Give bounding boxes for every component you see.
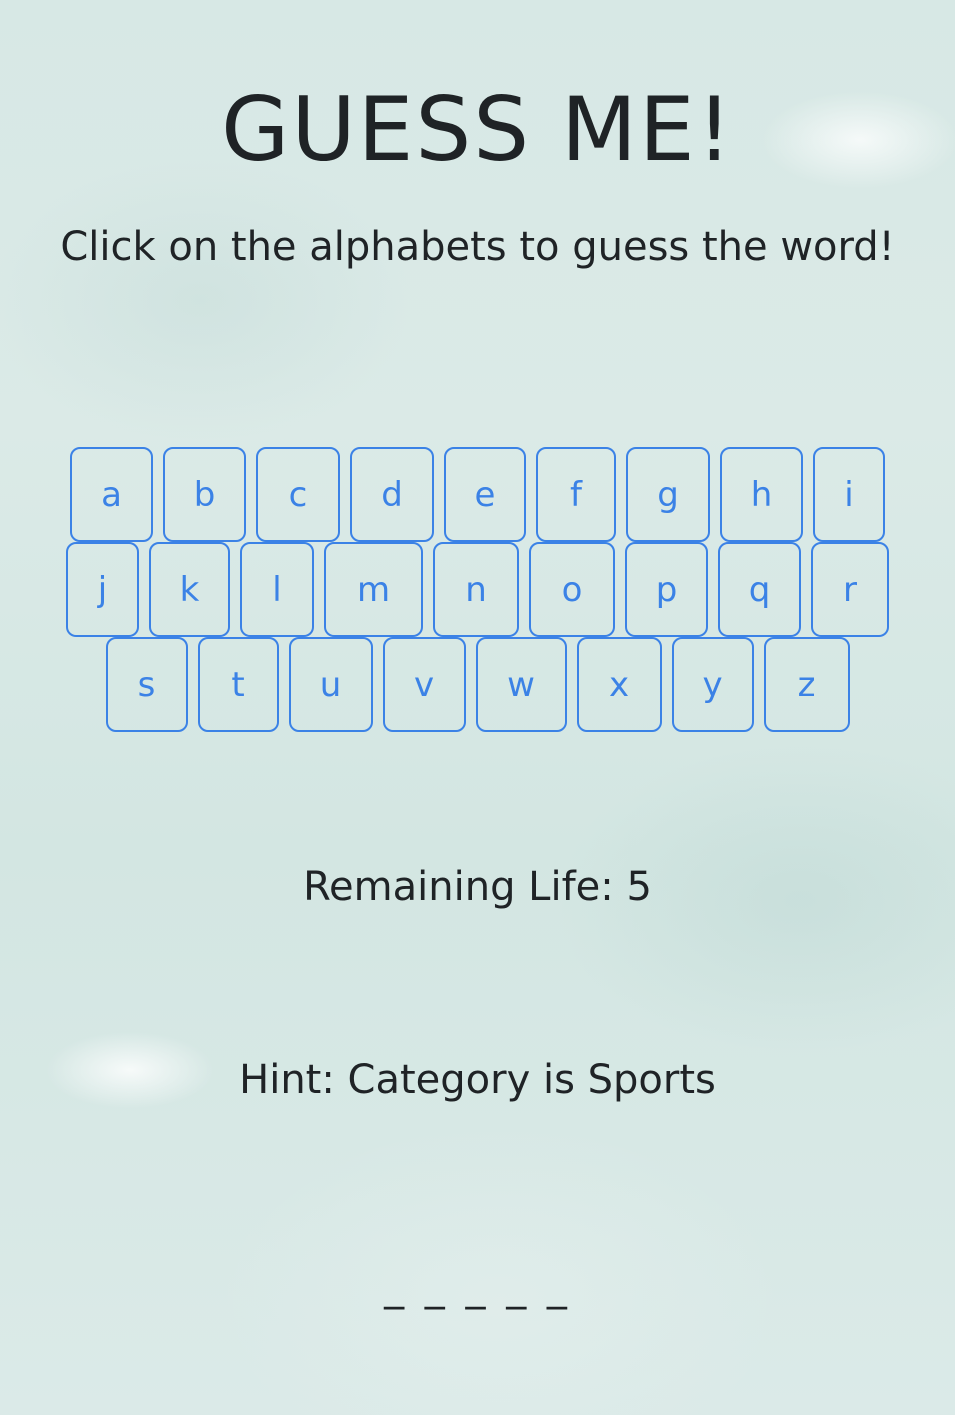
letter-button-r[interactable]: r bbox=[811, 542, 889, 637]
letter-button-i[interactable]: i bbox=[813, 447, 885, 542]
letter-button-t[interactable]: t bbox=[197, 637, 279, 732]
letter-button-h[interactable]: h bbox=[720, 447, 803, 542]
letter-button-a[interactable]: a bbox=[70, 447, 153, 542]
letter-button-z[interactable]: z bbox=[763, 637, 850, 732]
keyboard-row-1: a b c d e f g h i bbox=[0, 447, 955, 542]
remaining-life-text: Remaining Life: 5 bbox=[303, 864, 652, 910]
letter-button-v[interactable]: v bbox=[382, 637, 466, 732]
keyboard-row-3: s t u v w x y z bbox=[0, 637, 955, 732]
letter-button-k[interactable]: k bbox=[149, 542, 230, 637]
letter-button-o[interactable]: o bbox=[529, 542, 615, 637]
letter-button-s[interactable]: s bbox=[105, 637, 188, 732]
hint-text: Hint: Category is Sports bbox=[239, 1057, 716, 1103]
word-blanks: _ _ _ _ _ bbox=[384, 1264, 571, 1310]
keyboard-row-2: j k l m n o p q r bbox=[0, 542, 955, 637]
letter-button-j[interactable]: j bbox=[66, 542, 139, 637]
letter-button-n[interactable]: n bbox=[433, 542, 519, 637]
letter-button-d[interactable]: d bbox=[350, 447, 434, 542]
letter-button-y[interactable]: y bbox=[671, 637, 754, 732]
letter-button-w[interactable]: w bbox=[475, 637, 567, 732]
letter-button-f[interactable]: f bbox=[536, 447, 616, 542]
letter-button-m[interactable]: m bbox=[324, 542, 423, 637]
letter-button-e[interactable]: e bbox=[444, 447, 526, 542]
letter-button-x[interactable]: x bbox=[576, 637, 662, 732]
letter-button-g[interactable]: g bbox=[626, 447, 710, 542]
page-title: GUESS ME! bbox=[221, 78, 734, 181]
letter-button-c[interactable]: c bbox=[256, 447, 340, 542]
letter-keyboard: a b c d e f g h i j k l m n o p q r s t … bbox=[0, 447, 955, 732]
letter-button-l[interactable]: l bbox=[240, 542, 314, 637]
instruction-text: Click on the alphabets to guess the word… bbox=[60, 224, 895, 270]
letter-button-b[interactable]: b bbox=[163, 447, 246, 542]
letter-button-u[interactable]: u bbox=[288, 637, 373, 732]
letter-button-p[interactable]: p bbox=[625, 542, 708, 637]
letter-button-q[interactable]: q bbox=[718, 542, 801, 637]
